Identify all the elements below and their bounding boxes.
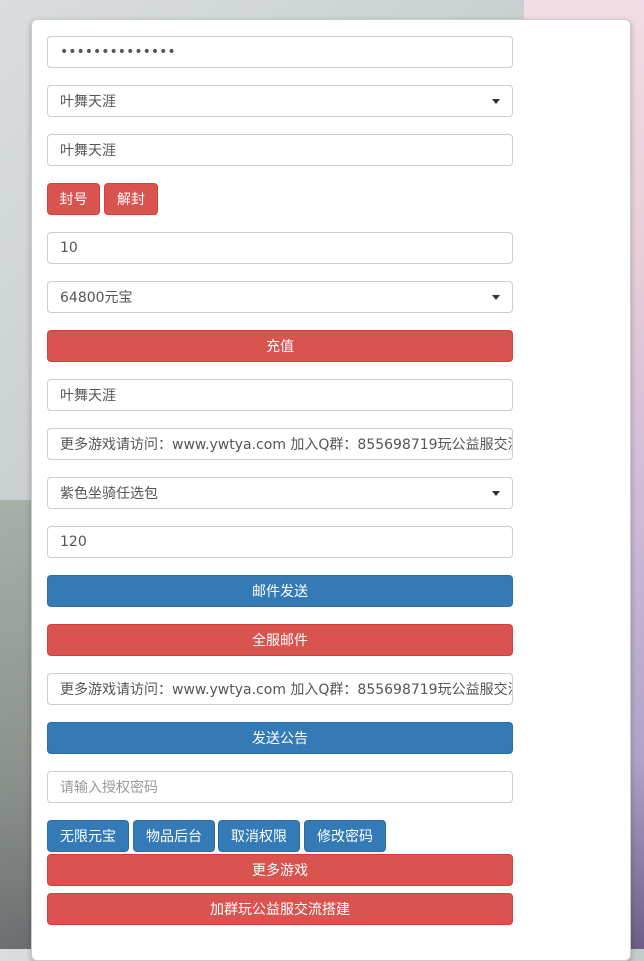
amount-value: 10 xyxy=(60,240,78,256)
recharge-select-value: 64800元宝 xyxy=(60,290,133,306)
send-announcement-button[interactable]: 发送公告 xyxy=(47,722,513,754)
change-password-button[interactable]: 修改密码 xyxy=(304,820,386,852)
auth-password-input[interactable]: 请输入授权密码 xyxy=(47,771,513,803)
join-group-button[interactable]: 加群玩公益服交流搭建 xyxy=(47,893,513,925)
unlimited-yuanbao-button[interactable]: 无限元宝 xyxy=(47,820,129,852)
character-name-input[interactable]: 叶舞天涯 xyxy=(47,134,513,166)
item-select-value: 紫色坐骑任选包 xyxy=(60,486,158,502)
character-select[interactable]: 叶舞天涯 xyxy=(47,85,513,117)
mail-message-input[interactable]: 更多游戏请访问：www.ywtya.com 加入Q群：855698719玩公益服… xyxy=(47,428,513,460)
item-quantity-input[interactable]: 120 xyxy=(47,526,513,558)
item-backend-button[interactable]: 物品后台 xyxy=(133,820,215,852)
mail-recipient-value: 叶舞天涯 xyxy=(60,388,116,404)
chevron-down-icon xyxy=(492,491,500,496)
recharge-button[interactable]: 充值 xyxy=(47,330,513,362)
mail-recipient-input[interactable]: 叶舞天涯 xyxy=(47,379,513,411)
recharge-select[interactable]: 64800元宝 xyxy=(47,281,513,313)
auth-password-placeholder: 请输入授权密码 xyxy=(60,780,158,796)
mail-message-value: 更多游戏请访问：www.ywtya.com 加入Q群：855698719玩公益服… xyxy=(60,437,513,453)
more-games-button[interactable]: 更多游戏 xyxy=(47,854,513,886)
send-mail-button[interactable]: 邮件发送 xyxy=(47,575,513,607)
chevron-down-icon xyxy=(492,99,500,104)
cancel-permission-button[interactable]: 取消权限 xyxy=(218,820,300,852)
ban-button[interactable]: 封号 xyxy=(47,183,100,215)
character-select-value: 叶舞天涯 xyxy=(60,94,116,110)
unban-button[interactable]: 解封 xyxy=(104,183,158,215)
password-value: •••••••••••••• xyxy=(60,44,176,60)
admin-panel: •••••••••••••• 叶舞天涯 叶舞天涯 封号 解封 10 64800元… xyxy=(31,19,631,961)
announcement-input[interactable]: 更多游戏请访问：www.ywtya.com 加入Q群：855698719玩公益服… xyxy=(47,673,513,705)
item-quantity-value: 120 xyxy=(60,534,87,550)
password-input[interactable]: •••••••••••••• xyxy=(47,36,513,68)
amount-input[interactable]: 10 xyxy=(47,232,513,264)
server-mail-button[interactable]: 全服邮件 xyxy=(47,624,513,656)
character-name-value: 叶舞天涯 xyxy=(60,143,116,159)
chevron-down-icon xyxy=(492,295,500,300)
item-select[interactable]: 紫色坐骑任选包 xyxy=(47,477,513,509)
announcement-value: 更多游戏请访问：www.ywtya.com 加入Q群：855698719玩公益服… xyxy=(60,682,513,698)
